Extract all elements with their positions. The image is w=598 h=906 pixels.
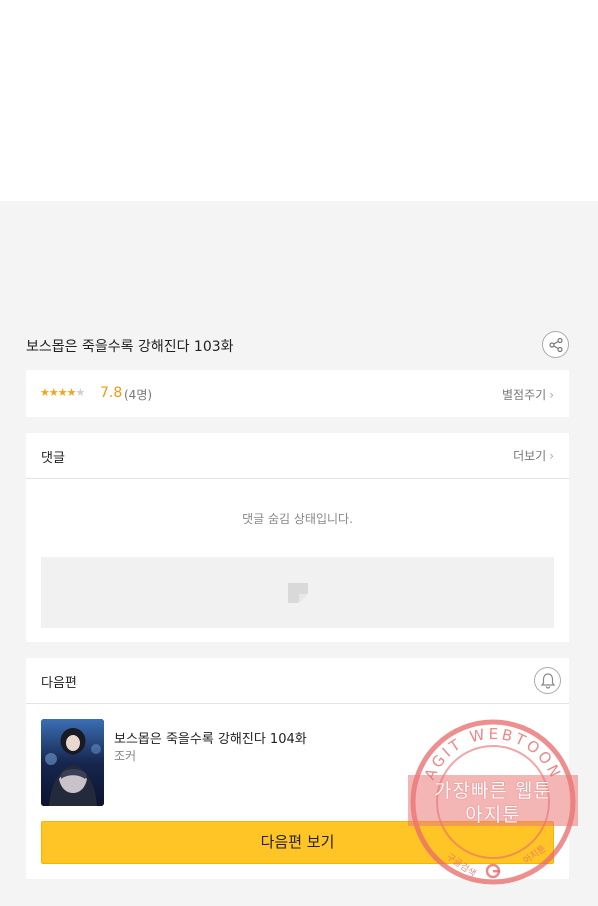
next-episode-author: 조커: [114, 749, 137, 763]
rating-count: (4명): [124, 388, 153, 402]
next-episode-header: 다음편: [26, 658, 569, 704]
more-label: 더보기: [513, 449, 547, 463]
rate-label: 별점주기: [502, 388, 547, 402]
chevron-right-icon: ›: [549, 388, 554, 402]
episode-title: 보스몹은 죽을수록 강해진다 103화: [26, 339, 234, 355]
bell-icon: [540, 673, 556, 689]
ad-placeholder[interactable]: [41, 557, 554, 628]
chevron-right-icon: ›: [549, 449, 554, 463]
next-episode-thumbnail[interactable]: [41, 719, 104, 806]
rating-score: 7.8: [100, 385, 123, 401]
watermark-line2: 아지툰: [465, 804, 521, 826]
share-button[interactable]: [542, 331, 569, 358]
comments-title: 댓글: [41, 451, 65, 466]
episode-title-row: 보스몹은 죽을수록 강해진다 103화: [26, 330, 570, 360]
rate-button[interactable]: 별점주기 ›: [502, 386, 554, 403]
share-icon: [549, 337, 563, 353]
notification-button[interactable]: [534, 667, 561, 694]
next-episode-card: 다음편 보스몹은 죽을수록 강해진다 104화 조커 다음편 보기: [26, 658, 569, 879]
next-section-title: 다음편: [41, 676, 77, 691]
stars-filled: ★★★★: [40, 386, 76, 399]
stars-empty: ★: [75, 386, 85, 399]
next-episode-title[interactable]: 보스몹은 죽을수록 강해진다 104화: [114, 728, 307, 747]
comments-card: 댓글 더보기 › 댓글 숨김 상태입니다.: [26, 433, 569, 642]
image-placeholder-icon: [288, 583, 308, 603]
watermark-line1: 가장빠른 웹툰: [434, 780, 552, 802]
content-area: [0, 0, 598, 201]
comments-header: 댓글 더보기 ›: [26, 433, 569, 479]
rating-card: ★★★★★ 7.8 (4명) 별점주기 ›: [26, 370, 569, 417]
star-rating: ★★★★★: [40, 386, 85, 399]
comments-hidden-message: 댓글 숨김 상태입니다.: [242, 512, 353, 526]
next-episode-button[interactable]: 다음편 보기: [41, 821, 554, 864]
comments-more-button[interactable]: 더보기 ›: [513, 447, 554, 464]
